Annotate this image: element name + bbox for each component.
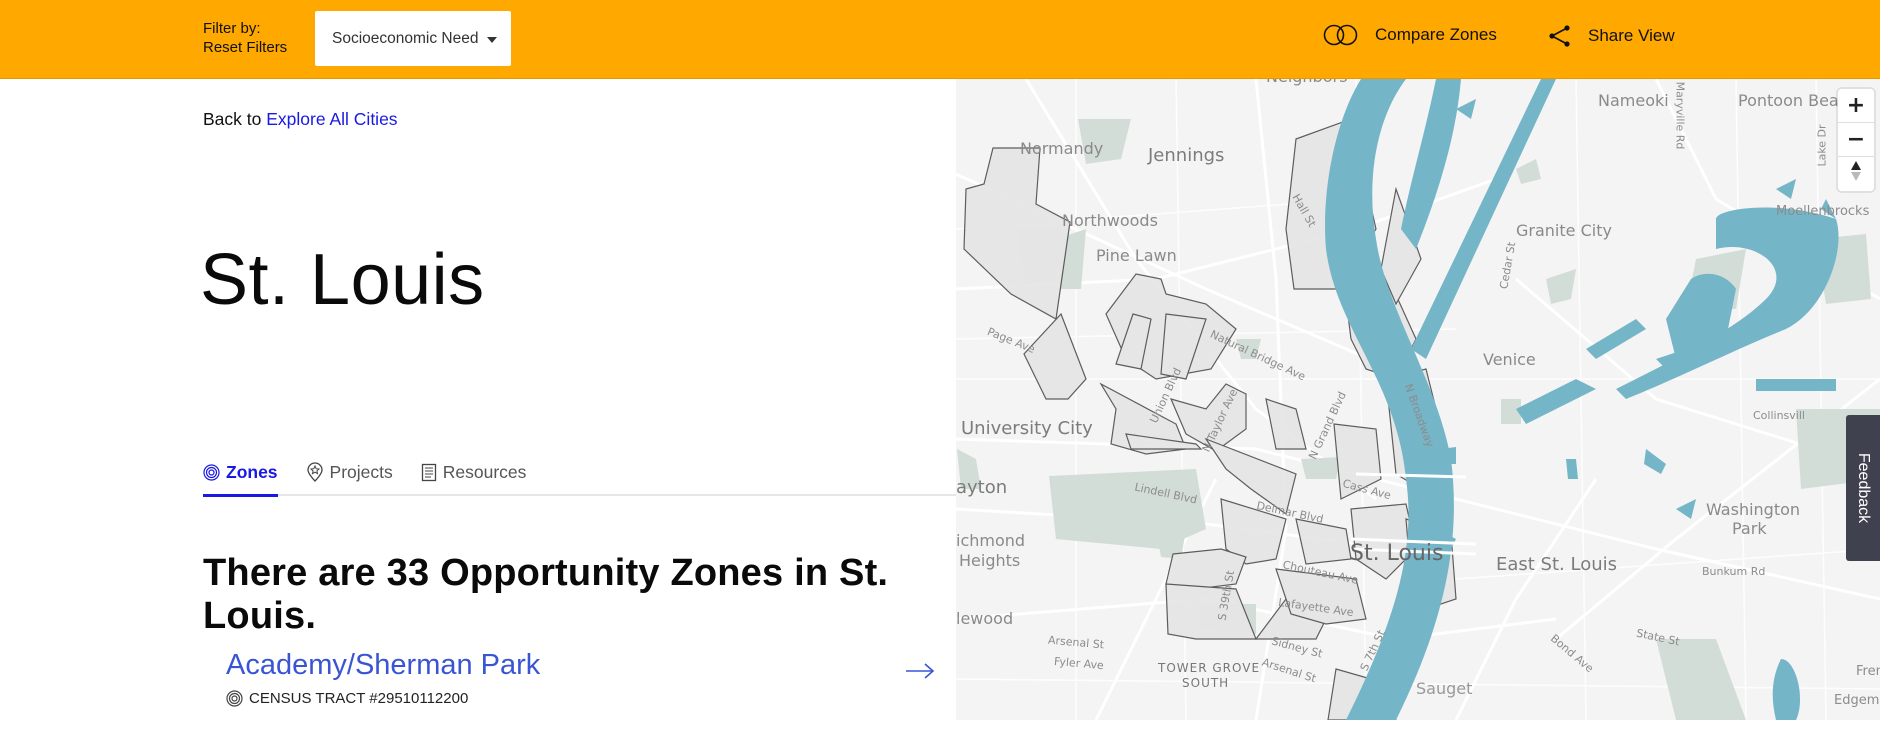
map-label: TOWER GROVE (1158, 661, 1261, 675)
map-label: Maryville Rd (1673, 81, 1687, 150)
map-label: Pontoon Beac (1738, 91, 1848, 110)
map-pin-star-icon (306, 462, 323, 482)
map-label: Sauget (1416, 679, 1473, 698)
filter-by-label: Filter by: (203, 20, 261, 37)
explore-all-cities-link[interactable]: Explore All Cities (266, 109, 397, 129)
back-prefix: Back to (203, 109, 262, 129)
zoom-in-button[interactable]: + (1838, 89, 1874, 123)
arrow-right-icon[interactable] (904, 661, 936, 681)
filter-dropdown[interactable]: Socioeconomic Need (315, 11, 511, 66)
map-label: East St. Louis (1496, 554, 1617, 575)
tab-zones-label: Zones (226, 461, 278, 482)
map-label: Venice (1483, 350, 1536, 369)
top-filter-bar: Filter by: Reset Filters Socioeconomic N… (0, 0, 1880, 79)
water (1325, 79, 1839, 720)
tab-resources-label: Resources (442, 461, 527, 482)
tab-resources[interactable]: Resources (421, 451, 527, 493)
reset-bearing-button[interactable] (1838, 157, 1874, 191)
map-label: University City (961, 418, 1093, 439)
breadcrumb: Back to Explore All Cities (203, 109, 398, 130)
reset-filters-link[interactable]: Reset Filters (203, 38, 287, 57)
tab-projects[interactable]: Projects (306, 451, 393, 493)
page-title: St. Louis (200, 240, 485, 320)
map-label: ayton (956, 477, 1008, 498)
compare-zones-label: Compare Zones (1375, 25, 1497, 44)
map-label: Bunkum Rd (1702, 565, 1766, 578)
map-label-city: St. Louis (1350, 541, 1444, 566)
document-icon (421, 463, 436, 481)
map-label: SOUTH (1182, 676, 1230, 690)
tab-bar: Zones Projects Resources (203, 451, 956, 497)
compass-icon (1851, 161, 1861, 181)
city-detail-panel: Back to Explore All Cities St. Louis Zon… (0, 79, 956, 720)
map-label: Jennings (1148, 145, 1225, 166)
map-label: Pine Lawn (1096, 246, 1177, 265)
map-label: Edgemon (1834, 693, 1880, 708)
map-label: Moellenbrocks (1776, 204, 1870, 219)
compare-circles-icon (1323, 24, 1358, 46)
zone-count-heading: There are 33 Opportunity Zones in St. Lo… (203, 552, 889, 637)
filter-label-group: Filter by: Reset Filters (203, 19, 287, 57)
map-label: Frem (1856, 664, 1880, 679)
share-icon (1549, 25, 1570, 47)
tab-projects-label: Projects (329, 461, 393, 482)
map-label: ichmond (956, 531, 1026, 550)
map-label: Neighbors (1266, 79, 1347, 86)
share-view-button[interactable]: Share View (1548, 24, 1675, 48)
census-tract: CENSUS TRACT #29510112200 (226, 690, 936, 707)
map-zoom-control: + − (1838, 89, 1874, 191)
compare-zones-button[interactable]: Compare Zones (1323, 24, 1497, 46)
map-view[interactable]: Neighbors Normandy Jennings Northwoods P… (956, 79, 1880, 720)
caret-down-icon (487, 36, 498, 43)
target-icon (203, 463, 220, 481)
map-label: Washington (1706, 500, 1801, 519)
filter-dropdown-value: Socioeconomic Need (332, 29, 479, 47)
map-label: Normandy (1020, 139, 1104, 158)
map-label: Lake Dr (1815, 124, 1829, 167)
zone-name-link[interactable]: Academy/Sherman Park (226, 649, 936, 682)
map-label: lewood (956, 609, 1014, 628)
feedback-tab[interactable]: Feedback (1846, 415, 1880, 561)
map-label: Heights (959, 551, 1021, 570)
map-label: Northwoods (1062, 211, 1158, 230)
map-label: Granite City (1516, 221, 1612, 240)
map-label: Collinsvill (1753, 409, 1805, 422)
map-label: Nameoki (1598, 91, 1669, 110)
census-tract-label: CENSUS TRACT #29510112200 (249, 690, 469, 707)
zone-list-item[interactable]: Academy/Sherman Park CENSUS TRACT #29510… (226, 649, 936, 729)
feedback-label: Feedback (1855, 452, 1873, 524)
map-label: Park (1732, 519, 1767, 538)
zoom-out-button[interactable]: − (1838, 123, 1874, 157)
tab-zones[interactable]: Zones (203, 451, 278, 497)
target-icon (226, 690, 243, 707)
share-view-label: Share View (1588, 26, 1675, 45)
